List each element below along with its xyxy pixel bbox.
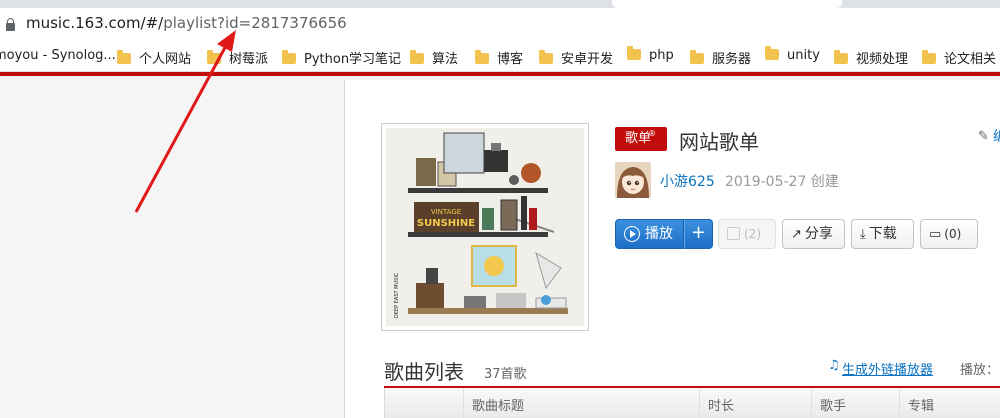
bookmark-label: 树莓派 (229, 52, 269, 67)
avatar[interactable] (615, 162, 651, 198)
edit-link[interactable]: 编 (993, 126, 1000, 146)
cover-side-text: DEEP EAST MUSIC (394, 272, 400, 318)
playlist-title: 网站歌单 (679, 130, 759, 154)
play-button[interactable]: 播放 (615, 219, 684, 249)
bookmark-label: 算法 (432, 52, 459, 67)
bookmark-label: moyou - Synolog... (0, 48, 116, 63)
left-sidebar (0, 80, 345, 418)
bookmark-algorithms[interactable]: 算法 (410, 48, 458, 67)
cover-image: VINTAGE SUNSHINE DEEP EAST MUSIC (386, 128, 584, 326)
bookmark-label: unity (787, 48, 820, 63)
cover-text-sunshine: SUNSHINE (417, 218, 475, 229)
folder-icon (117, 50, 131, 64)
comment-count: (0) (944, 227, 962, 241)
bookmark-python-notes[interactable]: Python学习笔记 (282, 48, 401, 67)
favorite-count: (2) (744, 227, 761, 241)
bookmark-raspberry-pi[interactable]: 树莓派 (207, 48, 268, 67)
screenshot: music.163.com/#/playlist?id=2817376656 m… (0, 0, 1000, 418)
folder-icon (690, 50, 704, 64)
folder-icon (475, 50, 489, 64)
created-date: 2019-05-27 创建 (725, 174, 839, 190)
add-to-queue-button[interactable]: + (684, 219, 713, 249)
bookmark-label: 个人网站 (139, 52, 192, 67)
folder-icon (207, 50, 221, 64)
favorite-button[interactable]: (2) (718, 219, 776, 249)
songlist-table-header: 歌曲标题 时长 歌手 专辑 (384, 388, 1000, 418)
folder-icon (834, 50, 848, 64)
folder-icon (282, 50, 296, 64)
folder-icon (539, 50, 553, 64)
url-text[interactable]: music.163.com/#/playlist?id=2817376656 (26, 14, 347, 32)
songlist-title: 歌曲列表 (384, 360, 464, 384)
avatar-image (615, 162, 651, 198)
playlist-cover[interactable]: VINTAGE SUNSHINE DEEP EAST MUSIC (381, 123, 589, 331)
bookmark-label: php (649, 48, 674, 63)
play-icon (624, 226, 640, 242)
download-button[interactable]: ⤓ 下载 (851, 219, 914, 249)
cover-illustration: VINTAGE SUNSHINE DEEP EAST MUSIC (386, 128, 584, 326)
download-label: 下载 (868, 226, 897, 242)
bookmark-label: 服务器 (712, 52, 752, 67)
creator-name[interactable]: 小游625 (660, 171, 715, 191)
address-bar[interactable]: music.163.com/#/playlist?id=2817376656 (0, 8, 1000, 40)
comment-button[interactable]: ▭ (0) (920, 219, 978, 249)
bookmark-blog[interactable]: 博客 (475, 48, 523, 67)
music-note-icon: ♫ (828, 358, 840, 373)
comment-icon: ▭ (929, 227, 942, 242)
bookmark-label: 论文相关 (944, 52, 997, 67)
favorite-icon (727, 227, 740, 240)
bookmarks-bar: moyou - Synolog... 个人网站 树莓派 Python学习笔记 算… (0, 40, 1000, 72)
column-album: 专辑 (899, 388, 1000, 418)
bookmark-label: Python学习笔记 (304, 52, 402, 67)
column-artist: 歌手 (811, 388, 899, 418)
bookmark-unity[interactable]: unity (765, 46, 820, 63)
playlist-badge: 歌单 (615, 122, 667, 151)
column-duration: 时长 (699, 388, 811, 418)
folder-icon (410, 50, 424, 64)
lock-icon[interactable] (6, 18, 15, 31)
url-path: playlist?id=2817376656 (163, 14, 347, 32)
songlist-count: 37首歌 (484, 367, 527, 382)
bookmark-label: 安卓开发 (561, 52, 614, 67)
bookmark-synology[interactable]: moyou - Synolog... (0, 48, 116, 63)
bookmark-label: 博客 (497, 52, 524, 67)
cover-text-vintage: VINTAGE (431, 208, 461, 216)
bookmark-php[interactable]: php (627, 46, 674, 63)
folder-icon (922, 50, 936, 64)
bookmark-video[interactable]: 视频处理 (834, 48, 908, 67)
bookmark-server[interactable]: 服务器 (690, 48, 751, 67)
playcount-label: 播放： (960, 363, 1000, 378)
active-tab[interactable] (612, 0, 842, 8)
bookmark-papers[interactable]: 论文相关 (922, 48, 996, 67)
plus-icon: + (690, 222, 707, 243)
play-label: 播放 (645, 226, 673, 242)
tab-strip (0, 0, 1000, 8)
edit-icon[interactable]: ✎ (978, 129, 989, 144)
column-song-title: 歌曲标题 (463, 388, 699, 418)
share-icon: ↗ (791, 227, 802, 242)
url-host: music.163.com/#/ (26, 14, 164, 32)
bookmark-android[interactable]: 安卓开发 (539, 48, 613, 67)
bookmark-label: 视频处理 (856, 52, 909, 67)
share-button[interactable]: ↗ 分享 (782, 219, 845, 249)
folder-icon (627, 46, 641, 60)
folder-icon (765, 46, 779, 60)
outchain-player-link[interactable]: 生成外链播放器 (842, 359, 933, 378)
share-label: 分享 (804, 226, 833, 242)
download-icon: ⤓ (860, 227, 866, 242)
bookmark-personal-site[interactable]: 个人网站 (117, 48, 191, 67)
